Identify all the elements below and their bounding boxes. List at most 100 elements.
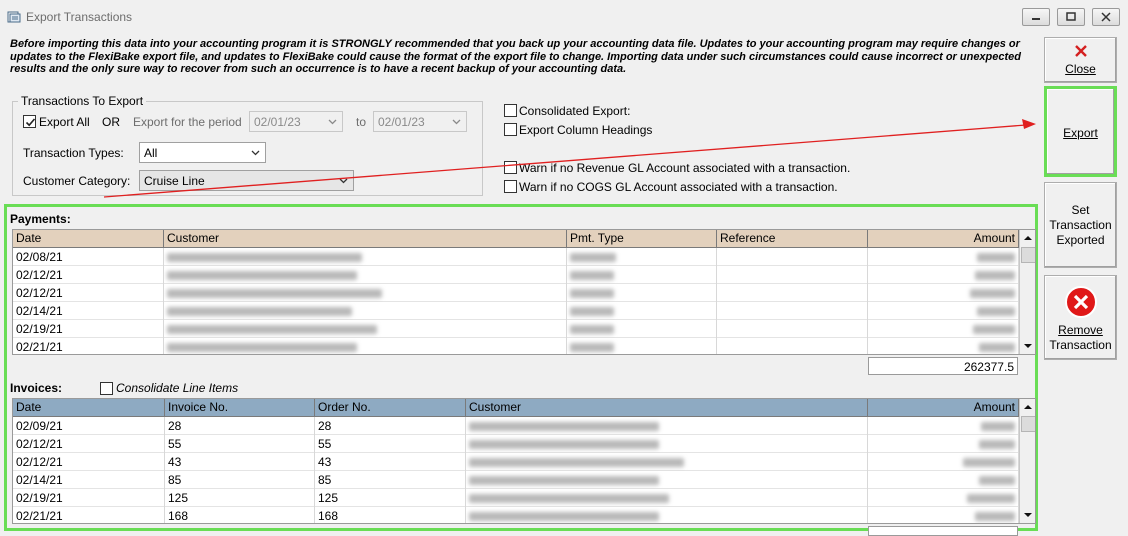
payment-date: 02/08/21 (13, 248, 164, 266)
payments-col-pmt-type[interactable]: Pmt. Type (567, 230, 717, 248)
transaction-types-dropdown[interactable]: All (139, 142, 266, 163)
set-label-line2: Transaction (1049, 218, 1112, 232)
order-number: 43 (315, 453, 466, 471)
redacted-pmt-type (567, 284, 717, 302)
invoice-number: 168 (165, 507, 315, 523)
order-number: 85 (315, 471, 466, 489)
arrow-up-icon (1024, 236, 1032, 240)
payments-col-customer[interactable]: Customer (164, 230, 567, 248)
payments-col-date[interactable]: Date (13, 230, 164, 248)
transaction-types-label: Transaction Types: (23, 146, 124, 160)
scroll-down-button[interactable] (1020, 337, 1035, 354)
order-number: 168 (315, 507, 466, 523)
payments-scrollbar[interactable] (1019, 230, 1035, 354)
checkmark-icon (25, 118, 36, 127)
chevron-down-icon (452, 119, 461, 125)
payments-total: 262377.5 (868, 357, 1018, 375)
invoice-date: 02/12/21 (13, 435, 165, 453)
arrow-down-icon (1024, 344, 1032, 348)
title-bar: Export Transactions (0, 0, 1128, 33)
remove-transaction-button[interactable]: Remove Transaction (1044, 275, 1117, 360)
table-row[interactable]: 02/12/21 (13, 284, 1019, 302)
scroll-down-button[interactable] (1020, 506, 1035, 523)
table-row[interactable]: 02/21/21 168 168 (13, 507, 1019, 523)
table-row[interactable]: 02/12/21 55 55 (13, 435, 1019, 453)
customer-category-dropdown[interactable]: Cruise Line (139, 170, 354, 191)
scroll-thumb[interactable] (1021, 247, 1035, 263)
chevron-down-icon (339, 178, 348, 184)
payments-grid[interactable]: Date Customer Pmt. Type Reference Amount… (12, 229, 1036, 355)
payment-date: 02/21/21 (13, 338, 164, 354)
redacted-pmt-type (567, 248, 717, 266)
period-from-value: 02/01/23 (254, 115, 301, 129)
invoices-col-date[interactable]: Date (13, 399, 165, 417)
redacted-amount (868, 284, 1019, 302)
warn-cogs-checkbox[interactable] (504, 180, 517, 193)
payments-col-reference[interactable]: Reference (717, 230, 868, 248)
redacted-pmt-type (567, 338, 717, 354)
table-row[interactable]: 02/19/21 125 125 (13, 489, 1019, 507)
invoices-grid[interactable]: Date Invoice No. Order No. Customer Amou… (12, 398, 1036, 524)
group-title: Transactions To Export (18, 94, 147, 108)
consolidated-export-checkbox[interactable] (504, 104, 517, 117)
redacted-customer (466, 489, 868, 507)
invoice-date: 02/09/21 (13, 417, 165, 435)
maximize-button[interactable] (1057, 8, 1085, 26)
close-x-icon (1074, 45, 1087, 57)
scroll-up-button[interactable] (1020, 399, 1035, 416)
reference-cell (717, 266, 868, 284)
invoices-col-amount[interactable]: Amount (868, 399, 1019, 417)
reference-cell (717, 248, 868, 266)
chevron-down-icon (251, 150, 260, 156)
invoices-col-invoice-no[interactable]: Invoice No. (165, 399, 315, 417)
period-to-dropdown[interactable]: 02/01/23 (373, 111, 467, 132)
window-title: Export Transactions (26, 10, 133, 24)
payments-label: Payments: (10, 212, 71, 226)
payments-header-row: Date Customer Pmt. Type Reference Amount (13, 230, 1019, 248)
scroll-up-button[interactable] (1020, 230, 1035, 247)
redacted-customer (164, 266, 567, 284)
table-row[interactable]: 02/14/21 (13, 302, 1019, 320)
redacted-customer (164, 284, 567, 302)
redacted-customer (164, 338, 567, 354)
close-window-button[interactable] (1092, 8, 1120, 26)
consolidate-line-items-checkbox[interactable] (100, 382, 113, 395)
export-column-headings-checkbox[interactable] (504, 123, 517, 136)
period-from-dropdown[interactable]: 02/01/23 (249, 111, 343, 132)
redacted-customer (466, 453, 868, 471)
remove-icon (1064, 286, 1097, 318)
table-row[interactable]: 02/08/21 (13, 248, 1019, 266)
reference-cell (717, 284, 868, 302)
close-button[interactable]: Close (1044, 37, 1117, 83)
minimize-button[interactable] (1022, 8, 1050, 26)
invoice-date: 02/12/21 (13, 453, 165, 471)
export-all-checkbox[interactable] (23, 115, 36, 128)
table-row[interactable]: 02/12/21 (13, 266, 1019, 284)
table-row[interactable]: 02/19/21 (13, 320, 1019, 338)
payment-date: 02/19/21 (13, 320, 164, 338)
table-row[interactable]: 02/21/21 (13, 338, 1019, 354)
chevron-down-icon (328, 119, 337, 125)
redacted-customer (466, 471, 868, 489)
backup-warning-text: Before importing this data into your acc… (10, 38, 1022, 76)
invoices-col-customer[interactable]: Customer (466, 399, 868, 417)
payments-col-amount[interactable]: Amount (868, 230, 1019, 248)
invoice-date: 02/21/21 (13, 507, 165, 523)
redacted-customer (164, 302, 567, 320)
or-label: OR (102, 115, 120, 129)
table-row[interactable]: 02/14/21 85 85 (13, 471, 1019, 489)
warn-revenue-checkbox[interactable] (504, 161, 517, 174)
export-column-headings-label: Export Column Headings (519, 123, 653, 137)
arrow-up-icon (1024, 405, 1032, 409)
invoices-header-row: Date Invoice No. Order No. Customer Amou… (13, 399, 1019, 417)
invoice-number: 85 (165, 471, 315, 489)
table-row[interactable]: 02/09/21 28 28 (13, 417, 1019, 435)
warn-revenue-label: Warn if no Revenue GL Account associated… (519, 161, 851, 175)
redacted-amount (868, 435, 1019, 453)
export-button[interactable]: Export (1044, 86, 1117, 177)
table-row[interactable]: 02/12/21 43 43 (13, 453, 1019, 471)
invoices-scrollbar[interactable] (1019, 399, 1035, 523)
set-transaction-exported-button[interactable]: Set Transaction Exported (1044, 182, 1117, 268)
scroll-thumb[interactable] (1021, 416, 1035, 432)
invoices-col-order-no[interactable]: Order No. (315, 399, 466, 417)
